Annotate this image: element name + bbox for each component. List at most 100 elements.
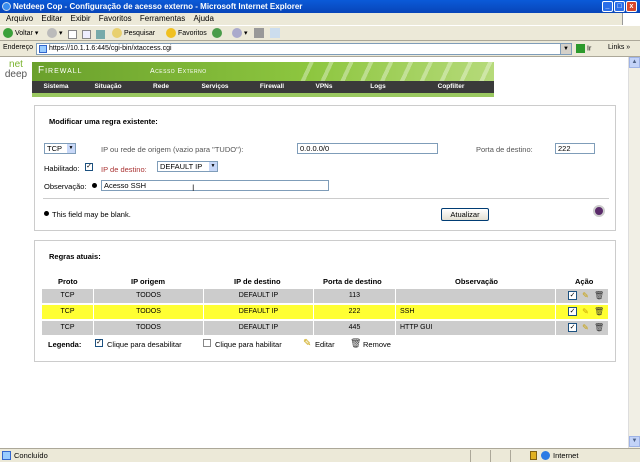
cell-proto: TCP [42,321,94,335]
rules-title: Regras atuais: [49,252,101,261]
edit-pencil-icon[interactable]: ✎ [581,307,590,316]
header-port: Porta de destino [323,277,382,286]
address-input[interactable]: https://10.1.1.6:445/cgi-bin/xtaccess.cg… [36,43,572,55]
legend-unchecked-icon [203,339,211,347]
port-label: Porta de destino: [476,145,533,154]
forward-button[interactable]: ▾ [47,28,63,40]
header-action: Ação [575,277,594,286]
port-input[interactable]: 222 [555,143,595,154]
edit-pencil-icon[interactable]: ✎ [581,323,590,332]
nav-copfilter[interactable]: Copfilter [408,81,494,93]
minimize-button[interactable]: _ [602,1,613,12]
nav-servicos[interactable]: Serviços [186,81,244,93]
protocol-select[interactable]: TCP ▼ [44,143,76,154]
cell-dst: DEFAULT IP [204,321,314,335]
scroll-up-icon[interactable]: ▲ [629,57,640,68]
window-title: Netdeep Cop - Configuração de acesso ext… [13,2,303,11]
menu-arquivo[interactable]: Arquivo [6,13,33,25]
legend-disable: Clique para desabilitar [107,340,182,349]
row-actions: ✓ ✎ 🗑 [568,291,606,301]
enabled-label: Habilitado: [44,164,80,173]
address-label: Endereço [3,44,33,51]
text-cursor-icon: I [192,183,195,193]
netdeep-logo: net deep [4,59,28,80]
pencil-icon: ✎ [303,338,312,349]
menu-exibir[interactable]: Exibir [71,13,91,25]
print-icon[interactable] [254,28,266,40]
address-dropdown-button[interactable]: ▼ [560,43,572,55]
globe-icon [541,451,550,460]
legend-label: Legenda: [48,340,82,349]
menu-favoritos[interactable]: Favoritos [99,13,132,25]
close-button[interactable]: x [626,1,637,12]
remove-trash-icon[interactable]: 🗑 [594,291,604,300]
row-actions: ✓ ✎ 🗑 [568,323,606,333]
address-url: https://10.1.1.6:445/cgi-bin/xtaccess.cg… [49,45,172,52]
note-input[interactable]: Acesso SSH [101,180,329,191]
remove-trash-icon[interactable]: 🗑 [594,307,604,316]
windows-logo-icon [622,13,640,25]
remove-trash-icon[interactable]: 🗑 [594,323,604,332]
page-icon [39,45,47,53]
history-icon[interactable] [212,28,224,40]
menu-ajuda[interactable]: Ajuda [193,13,213,25]
update-button[interactable]: Atualizar [441,208,489,221]
lock-icon [530,451,537,460]
edit-pencil-icon[interactable]: ✎ [581,291,590,300]
dest-label: IP de destino: [101,165,147,174]
header-proto: Proto [58,277,78,286]
menu-ferramentas[interactable]: Ferramentas [140,13,185,25]
cell-src: TODOS [94,305,204,319]
refresh-icon[interactable] [82,30,91,39]
links-button[interactable]: Links » [608,44,630,51]
trash-icon: 🗑 [350,338,362,348]
vertical-scrollbar[interactable]: ▲ ▼ [628,57,640,448]
nav-rede[interactable]: Rede [136,81,186,93]
toggle-enabled-checkbox[interactable]: ✓ [568,323,577,332]
chevron-down-icon: ▼ [209,162,217,171]
back-arrow-icon [3,28,13,39]
nav-sistema[interactable]: Sistema [32,81,80,93]
table-row[interactable]: TCP TODOS DEFAULT IP 222 SSH ✓ ✎ 🗑 [42,305,608,319]
help-icon[interactable] [593,205,605,217]
scroll-down-icon[interactable]: ▼ [629,436,640,447]
edit-rule-panel: Modificar uma regra existente: TCP ▼ IP o… [34,105,616,231]
mail-icon[interactable]: ▾ [232,28,248,40]
blank-bullet-icon [44,211,49,216]
cell-note: SSH [396,305,556,319]
required-bullet-icon [92,183,97,188]
menu-editar[interactable]: Editar [41,13,62,25]
legend-edit: Editar [315,340,335,349]
header-note: Observação [455,277,498,286]
home-icon[interactable] [96,30,105,39]
table-row[interactable]: TCP TODOS DEFAULT IP 113 ✓ ✎ 🗑 [42,289,608,303]
legend-remove: Remove [363,340,391,349]
back-button[interactable]: Voltar ▾ [3,28,38,40]
favorites-button[interactable]: Favoritos [166,28,207,40]
source-input[interactable]: 0.0.0.0/0 [297,143,438,154]
chevron-down-icon: ▼ [67,144,75,153]
cell-note: HTTP GUI [396,321,556,335]
header-dst: IP de destino [234,277,281,286]
toggle-enabled-checkbox[interactable]: ✓ [568,307,577,316]
banner-title: Firewall [38,65,83,76]
search-button[interactable]: Pesquisar [112,28,155,40]
nav-vpns[interactable]: VPNs [300,81,348,93]
dest-select[interactable]: DEFAULT IP ▼ [157,161,218,172]
go-button[interactable]: Ir [576,44,591,53]
table-row[interactable]: TCP TODOS DEFAULT IP 445 HTTP GUI ✓ ✎ 🗑 [42,321,608,335]
nav-situacao[interactable]: Situação [80,81,136,93]
ie-icon [2,2,11,11]
maximize-button[interactable]: □ [614,1,625,12]
blank-note: This field may be blank. [52,210,131,219]
enabled-checkbox[interactable]: ✓ [85,163,93,171]
cell-src: TODOS [94,289,204,303]
stop-icon[interactable] [68,30,77,39]
nav-logs[interactable]: Logs [348,81,408,93]
edit-page-icon[interactable] [270,28,282,40]
toggle-enabled-checkbox[interactable]: ✓ [568,291,577,300]
security-zone: Internet [541,449,578,462]
nav-firewall[interactable]: Firewall [244,81,300,93]
cell-proto: TCP [42,305,94,319]
banner-subtitle: Acesso Externo [150,68,207,75]
